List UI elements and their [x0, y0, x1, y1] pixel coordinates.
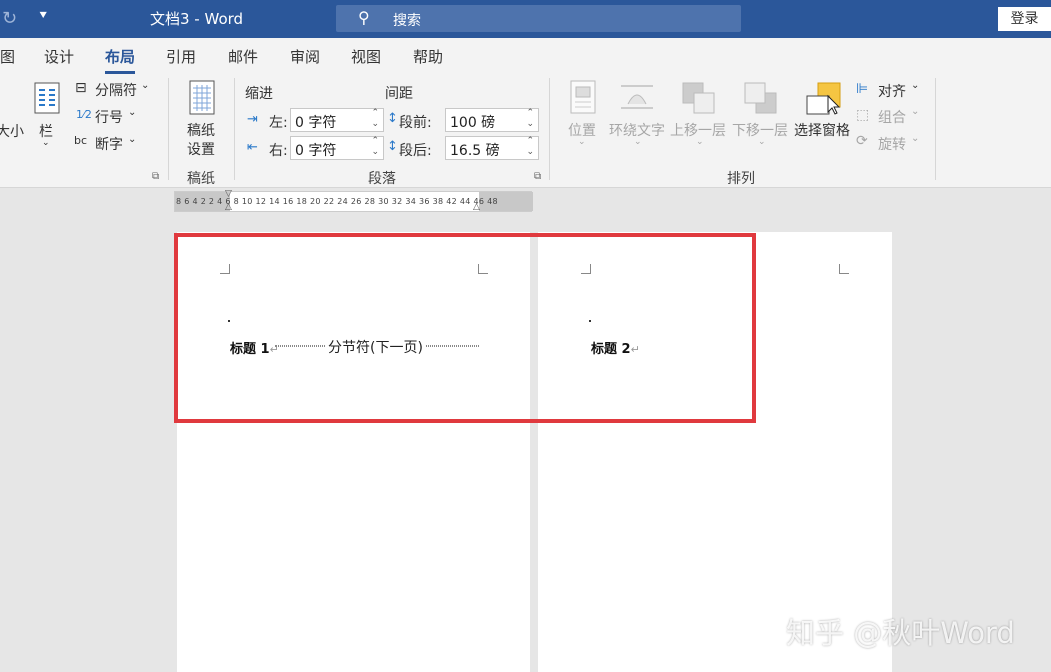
- paragraph-group-label: 段落: [368, 171, 396, 187]
- breaks-icon: ⊟: [75, 80, 87, 96]
- left-indent-icon[interactable]: △: [225, 202, 232, 212]
- watermark: 知乎 @秋叶Word: [786, 616, 1015, 650]
- wrap-text-icon: [621, 85, 653, 109]
- login-button[interactable]: 登录: [998, 7, 1051, 31]
- manuscript-button-line2[interactable]: 设置: [187, 139, 215, 159]
- manuscript-group-label: 稿纸: [187, 171, 215, 187]
- spacing-after-input[interactable]: 16.5 磅 ⌃ ⌄: [445, 136, 539, 160]
- hyphenation-dropdown-icon[interactable]: ⌄: [128, 134, 136, 145]
- page-setup-launcher-icon[interactable]: ⧉: [152, 171, 159, 182]
- search-box[interactable]: ⚲ 搜索: [336, 5, 741, 32]
- spinner-arrows-icon[interactable]: ⌃ ⌄: [526, 108, 534, 130]
- spacing-before-input[interactable]: 100 磅 ⌃ ⌄: [445, 108, 539, 132]
- spacing-label: 间距: [385, 86, 413, 102]
- indent-right-icon: ⇤: [247, 140, 258, 155]
- spinner-arrows-icon[interactable]: ⌃ ⌄: [371, 108, 379, 130]
- spacing-before-label: 段前:: [399, 115, 432, 131]
- group-icon: ⬚: [856, 107, 870, 123]
- tab-insert-partial[interactable]: 图: [0, 46, 15, 67]
- horizontal-ruler[interactable]: 8 6 4 2 2 4 6 8 10 12 14 16 18 20 22 24 …: [174, 189, 533, 212]
- hyphenation-icon: bc: [74, 134, 88, 147]
- tab-view[interactable]: 视图: [351, 46, 381, 67]
- first-line-indent-icon[interactable]: ▽: [225, 189, 232, 199]
- spacing-before-value: 100 磅: [450, 115, 496, 131]
- search-icon: ⚲: [358, 8, 370, 27]
- bring-forward-icon: [682, 82, 715, 114]
- group-dropdown-icon[interactable]: ⌄: [911, 106, 919, 117]
- breaks-dropdown-icon[interactable]: ⌄: [141, 80, 149, 91]
- rotate-button[interactable]: 旋转: [878, 134, 906, 154]
- spacing-after-icon: ↕: [387, 139, 398, 154]
- tab-references[interactable]: 引用: [166, 46, 196, 67]
- spinner-arrows-icon[interactable]: ⌃ ⌄: [526, 136, 534, 158]
- indent-label: 缩进: [245, 86, 273, 102]
- margin-corner-mark: [839, 264, 849, 274]
- indent-right-value: 0 字符: [295, 143, 337, 159]
- paragraph-launcher-icon[interactable]: ⧉: [534, 171, 541, 182]
- tab-layout[interactable]: 布局: [105, 46, 136, 74]
- indent-right-input[interactable]: 0 字符 ⌃ ⌄: [290, 136, 384, 160]
- annotation-highlight-box: [174, 233, 756, 423]
- indent-left-input[interactable]: 0 字符 ⌃ ⌄: [290, 108, 384, 132]
- group-divider: [168, 78, 169, 180]
- columns-dropdown-icon[interactable]: ⌄: [42, 138, 50, 148]
- selection-pane-button[interactable]: 选择窗格: [794, 120, 850, 140]
- manuscript-icon: [189, 80, 215, 115]
- size-button[interactable]: 大小: [0, 121, 24, 141]
- search-placeholder: 搜索: [393, 13, 421, 29]
- indent-left-label: 左:: [269, 115, 288, 131]
- spinner-arrows-icon[interactable]: ⌃ ⌄: [371, 136, 379, 158]
- tab-review[interactable]: 审阅: [290, 46, 320, 67]
- group-divider: [234, 78, 235, 180]
- line-numbers-dropdown-icon[interactable]: ⌄: [128, 107, 136, 118]
- send-backward-icon: [744, 82, 777, 114]
- spacing-after-value: 16.5 磅: [450, 143, 500, 159]
- selection-pane-icon: [806, 82, 841, 115]
- ribbon-tabs: 图 设计 布局 引用 邮件 审阅 视图 帮助: [0, 38, 1051, 74]
- ribbon: 大小 栏 ⌄ ⊟ 分隔符 ⌄ 1⁄2 行号 ⌄ bc 断字 ⌄ ⧉ 稿纸 设置 …: [0, 74, 1051, 188]
- spacing-after-label: 段后:: [399, 143, 432, 159]
- breaks-button[interactable]: 分隔符: [95, 80, 137, 100]
- send-backward-dropdown-icon[interactable]: ⌄: [758, 137, 766, 147]
- indent-right-label: 右:: [269, 143, 288, 159]
- indent-left-icon: ⇥: [247, 112, 258, 127]
- document-title: 文档3 - Word: [150, 10, 244, 28]
- group-divider: [549, 78, 550, 180]
- group-button[interactable]: 组合: [878, 107, 906, 127]
- tab-help[interactable]: 帮助: [413, 46, 443, 67]
- position-dropdown-icon[interactable]: ⌄: [578, 137, 586, 147]
- redo-icon[interactable]: ↻: [2, 8, 17, 29]
- indent-left-value: 0 字符: [295, 115, 337, 131]
- align-button[interactable]: 对齐: [878, 81, 906, 101]
- columns-icon: [34, 82, 60, 114]
- customize-quick-access-icon[interactable]: ⯆: [38, 9, 48, 24]
- wrap-text-dropdown-icon[interactable]: ⌄: [634, 137, 642, 147]
- spacing-before-icon: ↕: [387, 111, 398, 126]
- hyphenation-button[interactable]: 断字: [95, 134, 123, 154]
- title-bar: ↻ ⯆ 文档3 - Word ⚲ 搜索 登录: [0, 0, 1051, 38]
- line-numbers-icon: 1⁄2: [76, 108, 92, 121]
- tab-design[interactable]: 设计: [44, 46, 74, 67]
- group-divider: [935, 78, 936, 180]
- position-icon: [570, 80, 596, 114]
- tab-mailings[interactable]: 邮件: [228, 46, 258, 67]
- bring-forward-dropdown-icon[interactable]: ⌄: [696, 137, 704, 147]
- right-indent-icon[interactable]: △: [473, 202, 480, 212]
- rotate-dropdown-icon[interactable]: ⌄: [911, 133, 919, 144]
- arrange-group-label: 排列: [727, 171, 755, 187]
- align-dropdown-icon[interactable]: ⌄: [911, 80, 919, 91]
- align-icon: ⊫: [856, 81, 869, 97]
- manuscript-button-line1[interactable]: 稿纸: [187, 120, 215, 140]
- rotate-icon: ⟳: [856, 133, 868, 149]
- line-numbers-button[interactable]: 行号: [95, 107, 123, 127]
